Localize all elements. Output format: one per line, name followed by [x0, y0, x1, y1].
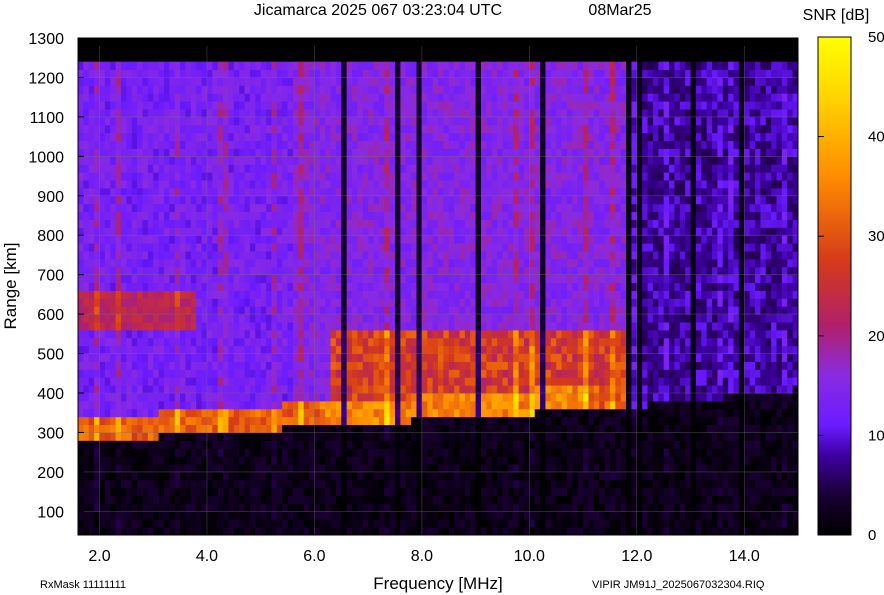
x-tick-label: 12.0: [621, 548, 652, 565]
colorbar-tick-label: 30: [868, 228, 884, 245]
colorbar-tick-label: 20: [868, 328, 884, 345]
y-tick-label: 300: [37, 425, 64, 442]
colorbar: [817, 36, 852, 536]
y-tick-label: 500: [37, 347, 64, 364]
y-tick-label: 1000: [28, 149, 64, 166]
heatmap-cells: [78, 61, 799, 536]
y-axis-ticks: 100 200 300 400 500 600 700 800 900 1000 1100 1200 1…: [28, 31, 84, 521]
y-tick-label: 400: [37, 386, 64, 403]
y-tick-label: 800: [37, 228, 64, 245]
y-axis-label: Range [km]: [1, 243, 20, 330]
y-tick-label: 700: [37, 268, 64, 285]
y-tick-label: 1200: [28, 70, 64, 87]
x-tick-label: 6.0: [303, 548, 325, 565]
heatmap-layer: [78, 61, 799, 536]
x-tick-label: 8.0: [411, 548, 433, 565]
y-tick-label: 900: [37, 189, 64, 206]
x-axis-label: Frequency [MHz]: [373, 574, 502, 593]
y-tick-label: 1300: [28, 31, 64, 48]
colorbar-tick-label: 0: [868, 527, 876, 544]
file-label: VIPIR JM91J_2025067032304.RIQ: [592, 579, 765, 591]
colorbar-tick-label: 10: [868, 427, 884, 444]
x-tick-label: 14.0: [729, 548, 760, 565]
ionogram-figure: Jicamarca 2025 067 03:23:04 UTC 08Mar25 …: [1, 2, 884, 593]
y-tick-label: 1100: [30, 110, 65, 127]
colorbar-tick-label: 50: [868, 29, 884, 46]
header-date: 08Mar25: [588, 2, 651, 19]
y-tick-label: 100: [37, 504, 64, 521]
rx-mask-label: RxMask 11111111: [40, 579, 126, 591]
x-tick-label: 2.0: [88, 548, 110, 565]
y-tick-label: 600: [37, 307, 64, 324]
x-tick-label: 10.0: [514, 548, 545, 565]
y-tick-label: 200: [37, 465, 64, 482]
colorbar-label: SNR [dB]: [803, 7, 870, 24]
header-title: Jicamarca 2025 067 03:23:04 UTC: [254, 2, 502, 19]
colorbar-tick-label: 40: [868, 129, 884, 146]
x-tick-label: 4.0: [196, 548, 218, 565]
